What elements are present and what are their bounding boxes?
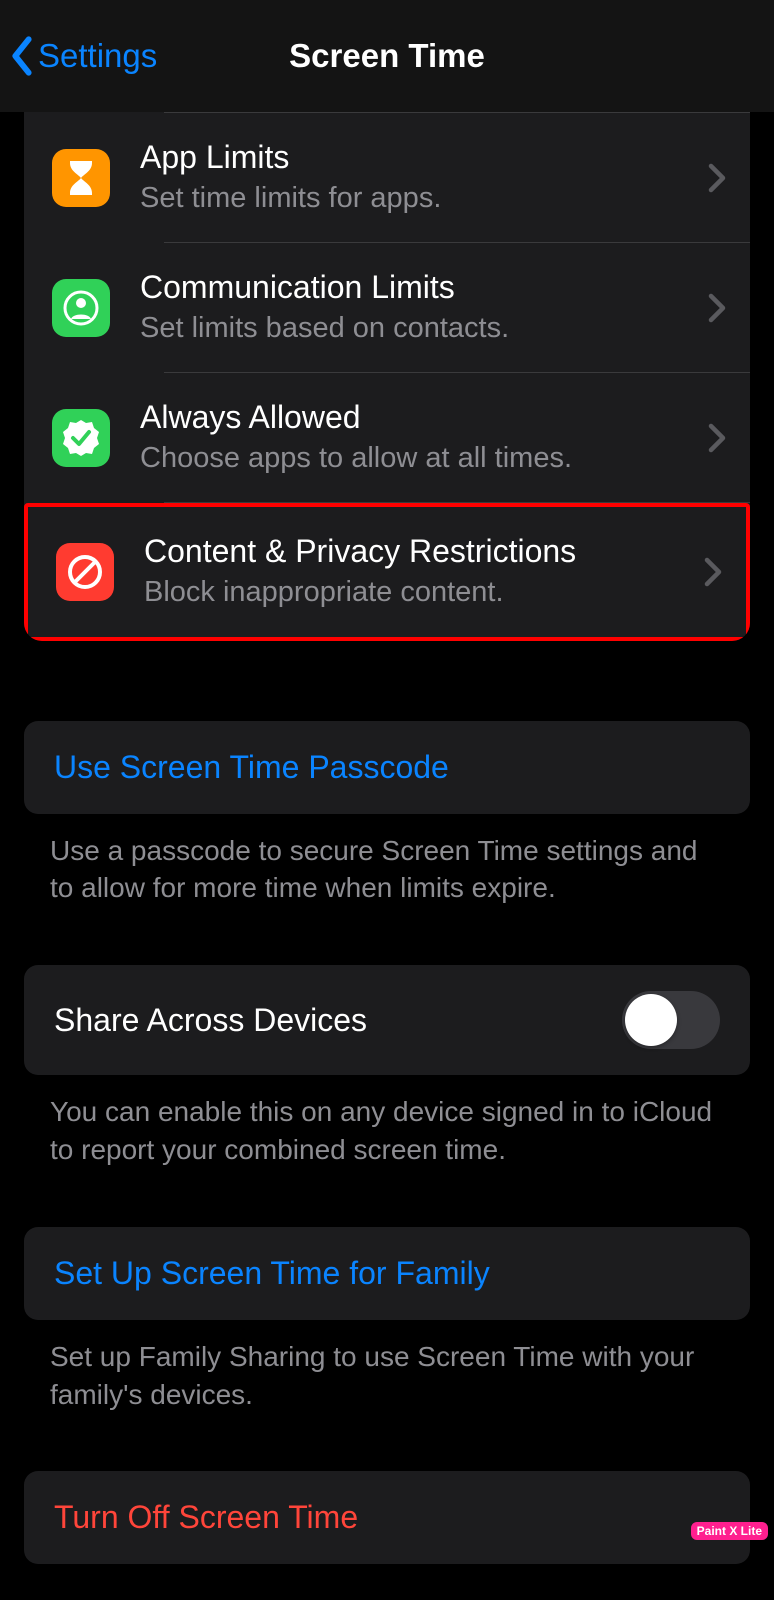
chevron-right-icon bbox=[708, 163, 726, 193]
watermark-badge: Paint X Lite bbox=[691, 1522, 768, 1540]
back-label: Settings bbox=[38, 37, 157, 75]
share-footer: You can enable this on any device signed… bbox=[0, 1075, 774, 1169]
share-label: Share Across Devices bbox=[54, 1002, 367, 1039]
chevron-right-icon bbox=[708, 423, 726, 453]
settings-group-limits: App Limits Set time limits for apps. Com… bbox=[24, 112, 750, 641]
hourglass-icon bbox=[52, 149, 110, 207]
action-label: Turn Off Screen Time bbox=[54, 1499, 358, 1535]
chevron-left-icon bbox=[8, 36, 36, 76]
row-subtitle: Set time limits for apps. bbox=[140, 179, 700, 218]
chevron-right-icon bbox=[708, 293, 726, 323]
row-title: Content & Privacy Restrictions bbox=[144, 531, 696, 571]
row-subtitle: Set limits based on contacts. bbox=[140, 309, 700, 348]
checkmark-seal-icon bbox=[52, 409, 110, 467]
row-title: App Limits bbox=[140, 137, 700, 177]
row-share-across-devices: Share Across Devices bbox=[24, 965, 750, 1075]
navigation-bar: Settings Screen Time bbox=[0, 0, 774, 112]
share-toggle[interactable] bbox=[622, 991, 720, 1049]
chevron-right-icon bbox=[704, 557, 722, 587]
row-app-limits[interactable]: App Limits Set time limits for apps. bbox=[24, 113, 750, 242]
set-up-family-button[interactable]: Set Up Screen Time for Family bbox=[24, 1227, 750, 1320]
page-title: Screen Time bbox=[289, 37, 485, 75]
action-label: Set Up Screen Time for Family bbox=[54, 1255, 490, 1291]
row-title: Communication Limits bbox=[140, 267, 700, 307]
row-always-allowed[interactable]: Always Allowed Choose apps to allow at a… bbox=[24, 373, 750, 502]
row-content-privacy-restrictions[interactable]: Content & Privacy Restrictions Block ina… bbox=[28, 507, 746, 636]
highlight-annotation: Content & Privacy Restrictions Block ina… bbox=[24, 503, 750, 640]
row-subtitle: Block inappropriate content. bbox=[144, 573, 696, 612]
back-button[interactable]: Settings bbox=[0, 36, 157, 76]
row-subtitle: Choose apps to allow at all times. bbox=[140, 439, 700, 478]
turn-off-screen-time-button[interactable]: Turn Off Screen Time bbox=[24, 1471, 750, 1564]
use-screen-time-passcode-button[interactable]: Use Screen Time Passcode bbox=[24, 721, 750, 814]
toggle-knob bbox=[625, 994, 677, 1046]
passcode-footer: Use a passcode to secure Screen Time set… bbox=[0, 814, 774, 908]
contact-circle-icon bbox=[52, 279, 110, 337]
row-title: Always Allowed bbox=[140, 397, 700, 437]
family-footer: Set up Family Sharing to use Screen Time… bbox=[0, 1320, 774, 1414]
no-entry-icon bbox=[56, 543, 114, 601]
row-communication-limits[interactable]: Communication Limits Set limits based on… bbox=[24, 243, 750, 372]
action-label: Use Screen Time Passcode bbox=[54, 749, 449, 785]
